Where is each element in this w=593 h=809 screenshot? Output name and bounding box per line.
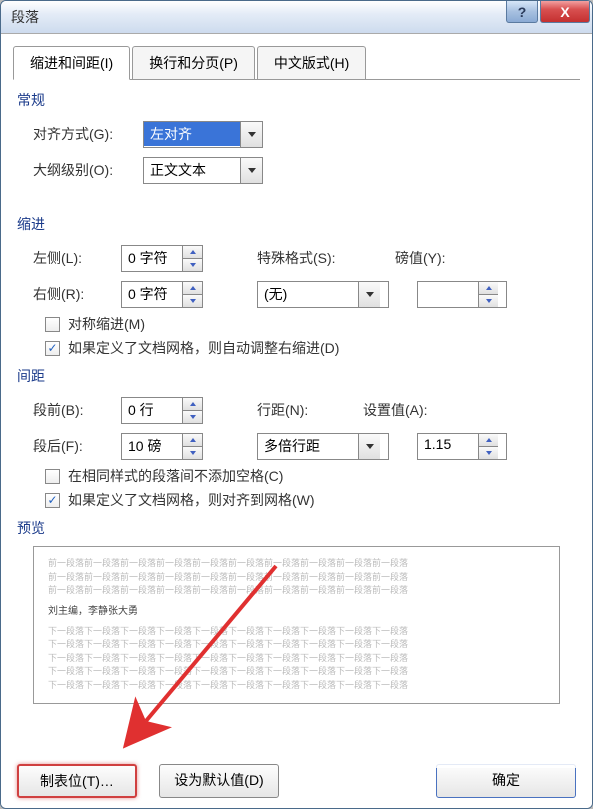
spinner-up-icon[interactable]	[183, 246, 202, 259]
spinner-up-icon[interactable]	[479, 434, 498, 447]
outline-select[interactable]: 正文文本	[143, 157, 263, 184]
close-icon: X	[560, 4, 569, 20]
spinner-up-icon[interactable]	[183, 434, 202, 447]
section-indent: 缩进	[17, 214, 580, 234]
special-label: 特殊格式(S):	[257, 248, 367, 268]
preview-line: 下一段落下一段落下一段落下一段落下一段落下一段落下一段落下一段落下一段落下一段落	[48, 652, 545, 666]
dropdown-arrow-icon	[358, 434, 380, 459]
dropdown-arrow-icon	[240, 158, 262, 183]
by-label: 磅值(Y):	[395, 248, 467, 268]
alignment-select[interactable]: 左对齐	[143, 121, 263, 148]
line-spacing-label: 行距(N):	[257, 400, 335, 420]
snap-grid-label: 如果定义了文档网格，则对齐到网格(W)	[68, 490, 315, 510]
dropdown-arrow-icon	[240, 122, 262, 147]
spinner-down-icon[interactable]	[183, 411, 202, 423]
section-preview: 预览	[17, 518, 580, 538]
space-before-value: 0 行	[122, 398, 182, 423]
space-after-value: 10 磅	[122, 434, 182, 459]
titlebar: 段落 ? X	[1, 1, 592, 34]
by-value	[418, 282, 478, 307]
outline-label: 大纲级别(O):	[33, 160, 143, 180]
no-same-style-space-checkbox[interactable]	[45, 469, 60, 484]
indent-right-spinner[interactable]: 0 字符	[121, 281, 203, 308]
dropdown-arrow-icon	[358, 282, 380, 307]
dialog-title: 段落	[11, 7, 39, 27]
preview-line: 下一段落下一段落下一段落下一段落下一段落下一段落下一段落下一段落下一段落下一段落	[48, 679, 545, 693]
set-default-button[interactable]: 设为默认值(D)	[159, 764, 279, 798]
space-after-label: 段后(F):	[33, 436, 121, 456]
spinner-down-icon[interactable]	[183, 295, 202, 307]
indent-right-value: 0 字符	[122, 282, 182, 307]
dialog-content: 缩进和间距(I) 换行和分页(P) 中文版式(H) 常规 对齐方式(G): 左对…	[1, 34, 592, 808]
mirror-indent-checkbox[interactable]	[45, 317, 60, 332]
ok-button[interactable]: 确定	[436, 764, 576, 798]
spinner-down-icon[interactable]	[479, 447, 498, 459]
section-spacing: 间距	[17, 366, 580, 386]
line-spacing-select[interactable]: 多倍行距	[257, 433, 389, 460]
screenshot-crop-overlay	[412, 708, 592, 768]
by-spinner[interactable]	[417, 281, 507, 308]
preview-line: 下一段落下一段落下一段落下一段落下一段落下一段落下一段落下一段落下一段落下一段落	[48, 665, 545, 679]
space-after-spinner[interactable]: 10 磅	[121, 433, 203, 460]
section-general: 常规	[17, 90, 580, 110]
preview-line: 前一段落前一段落前一段落前一段落前一段落前一段落前一段落前一段落前一段落前一段落	[48, 557, 545, 571]
tabs-button[interactable]: 制表位(T)…	[17, 764, 137, 798]
spinner-down-icon[interactable]	[183, 259, 202, 271]
spinner-down-icon[interactable]	[479, 295, 498, 307]
indent-left-label: 左侧(L):	[33, 248, 121, 268]
outline-value: 正文文本	[144, 158, 240, 182]
at-label: 设置值(A):	[363, 400, 455, 420]
preview-main-line: 刘主编，李静张大勇	[48, 604, 545, 619]
at-value: 1.15	[418, 434, 478, 459]
auto-adjust-label: 如果定义了文档网格，则自动调整右缩进(D)	[68, 338, 339, 358]
tab-indent-spacing[interactable]: 缩进和间距(I)	[13, 46, 130, 80]
help-button[interactable]: ?	[506, 1, 538, 23]
auto-adjust-checkbox[interactable]: ✓	[45, 341, 60, 356]
alignment-value: 左对齐	[144, 122, 240, 146]
alignment-label: 对齐方式(G):	[33, 124, 143, 144]
spinner-up-icon[interactable]	[479, 282, 498, 295]
help-icon: ?	[518, 4, 527, 20]
special-value: (无)	[258, 282, 358, 306]
close-button[interactable]: X	[540, 1, 590, 23]
at-spinner[interactable]: 1.15	[417, 433, 507, 460]
special-select[interactable]: (无)	[257, 281, 389, 308]
indent-left-spinner[interactable]: 0 字符	[121, 245, 203, 272]
tab-asian-typography[interactable]: 中文版式(H)	[257, 46, 366, 79]
preview-box: 前一段落前一段落前一段落前一段落前一段落前一段落前一段落前一段落前一段落前一段落…	[33, 546, 560, 704]
spinner-up-icon[interactable]	[183, 282, 202, 295]
preview-line: 下一段落下一段落下一段落下一段落下一段落下一段落下一段落下一段落下一段落下一段落	[48, 638, 545, 652]
preview-line: 前一段落前一段落前一段落前一段落前一段落前一段落前一段落前一段落前一段落前一段落	[48, 571, 545, 585]
titlebar-buttons: ? X	[506, 1, 592, 25]
indent-right-label: 右侧(R):	[33, 284, 121, 304]
snap-grid-checkbox[interactable]: ✓	[45, 493, 60, 508]
spinner-down-icon[interactable]	[183, 447, 202, 459]
tab-bar: 缩进和间距(I) 换行和分页(P) 中文版式(H)	[13, 46, 580, 80]
preview-line: 下一段落下一段落下一段落下一段落下一段落下一段落下一段落下一段落下一段落下一段落	[48, 625, 545, 639]
preview-line: 前一段落前一段落前一段落前一段落前一段落前一段落前一段落前一段落前一段落前一段落	[48, 584, 545, 598]
dialog-buttons: 制表位(T)… 设为默认值(D) 确定	[17, 764, 576, 798]
tab-line-page-breaks[interactable]: 换行和分页(P)	[132, 46, 255, 79]
no-same-style-space-label: 在相同样式的段落间不添加空格(C)	[68, 466, 283, 486]
space-before-label: 段前(B):	[33, 400, 121, 420]
paragraph-dialog: 段落 ? X 缩进和间距(I) 换行和分页(P) 中文版式(H) 常规 对齐方式…	[0, 0, 593, 809]
indent-left-value: 0 字符	[122, 246, 182, 271]
line-spacing-value: 多倍行距	[258, 434, 358, 458]
spinner-up-icon[interactable]	[183, 398, 202, 411]
mirror-indent-label: 对称缩进(M)	[68, 314, 145, 334]
space-before-spinner[interactable]: 0 行	[121, 397, 203, 424]
